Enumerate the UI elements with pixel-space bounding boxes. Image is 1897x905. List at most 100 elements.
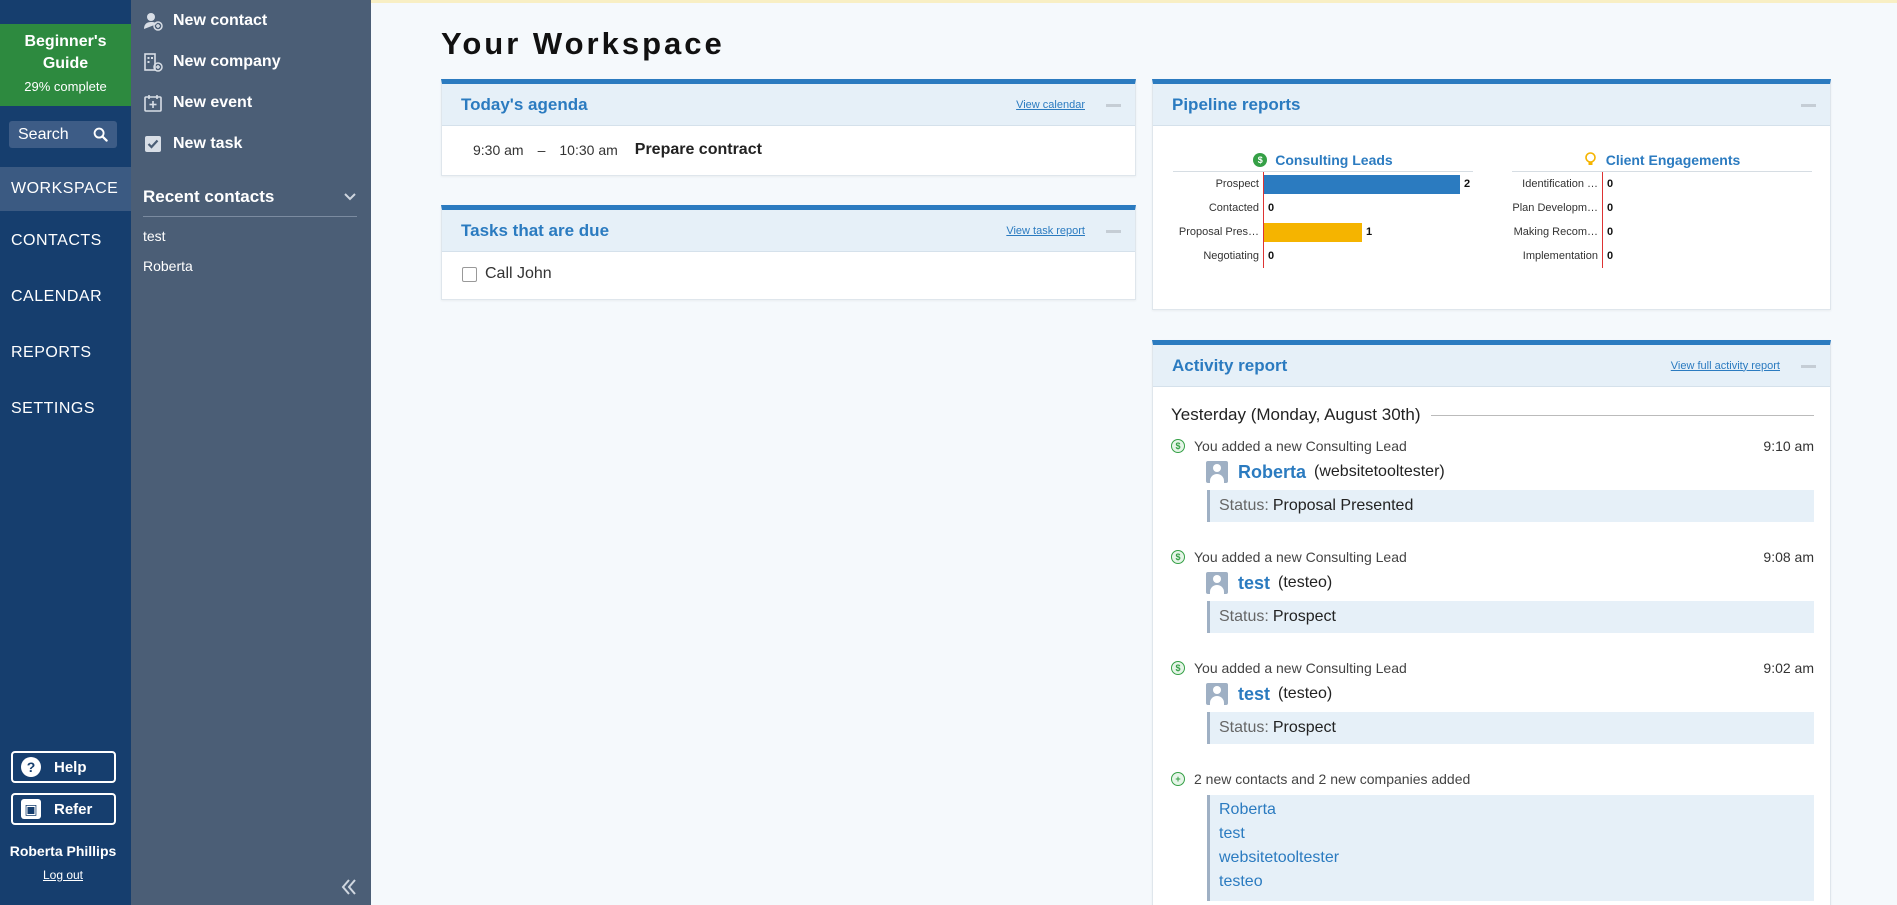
avatar: [1206, 461, 1228, 483]
activity-line: $ You added a new Consulting Lead 9:08 a…: [1171, 547, 1814, 567]
agenda-event-row[interactable]: 9:30 am – 10:30 am Prepare contract: [442, 126, 1135, 174]
agenda-title: Today's agenda: [461, 94, 588, 114]
chart-row[interactable]: Prospect 2: [1173, 172, 1473, 196]
chart-rows: Prospect 2 Contacted 0 Proposal Pres… 1 Negoti…: [1173, 172, 1473, 268]
view-task-report-link[interactable]: View task report: [1006, 225, 1085, 237]
chevron-down-icon: [344, 193, 356, 201]
minimize-icon[interactable]: [1106, 230, 1121, 233]
top-accent-line: [371, 0, 1897, 3]
status-value: Proposal Presented: [1272, 497, 1414, 514]
chart-category-label: Making Recom…: [1513, 226, 1598, 238]
chart-bar-track: 2: [1263, 172, 1473, 196]
user-name: Roberta Phillips: [9, 843, 117, 859]
chart-category-label: Contacted: [1208, 202, 1259, 214]
event-start: 9:30 am: [473, 142, 524, 158]
search-button[interactable]: Search: [9, 121, 117, 148]
contact-link[interactable]: Roberta: [1238, 462, 1306, 483]
chart-title[interactable]: Client Engagements: [1512, 148, 1812, 172]
chart-value-label: 0: [1268, 250, 1275, 262]
minimize-icon[interactable]: [1801, 365, 1816, 368]
new-event-button[interactable]: New event: [143, 82, 281, 123]
minimize-icon[interactable]: [1106, 104, 1121, 107]
logout-link[interactable]: Log out: [0, 868, 126, 882]
search-icon: [93, 127, 108, 142]
refer-button[interactable]: ▣ Refer: [11, 793, 116, 825]
status-box: Status: Proposal Presented: [1207, 490, 1814, 522]
status-label: Status:: [1219, 497, 1269, 514]
dollar-icon: $: [1171, 550, 1185, 564]
new-task-button[interactable]: New task: [143, 123, 281, 164]
chart-bar: [1264, 222, 1362, 242]
added-link[interactable]: Roberta: [1219, 801, 1805, 825]
chart-row[interactable]: Implementation 0: [1512, 244, 1812, 268]
nav-reports[interactable]: REPORTS: [0, 335, 131, 391]
activity-entry: $ You added a new Consulting Lead 9:10 a…: [1171, 436, 1814, 522]
pipeline-card: Pipeline reports $ Consulting Leads Pros…: [1152, 79, 1831, 310]
chart-bar: [1264, 174, 1460, 194]
dollar-icon: $: [1171, 439, 1185, 453]
recent-contacts-toggle[interactable]: Recent contacts: [143, 187, 357, 217]
agenda-card: Today's agenda View calendar 9:30 am – 1…: [441, 79, 1136, 176]
add-person-icon: [143, 11, 163, 31]
tasks-title: Tasks that are due: [461, 220, 610, 240]
new-contact-button[interactable]: New contact: [143, 0, 281, 41]
new-task-label: New task: [173, 134, 243, 152]
recent-contacts-list: test Roberta: [143, 228, 193, 288]
chart-row[interactable]: Plan Developm… 0: [1512, 196, 1812, 220]
view-calendar-link[interactable]: View calendar: [1016, 99, 1085, 111]
chart-row[interactable]: Negotiating 0: [1173, 244, 1473, 268]
agenda-header: Today's agenda View calendar: [442, 84, 1135, 126]
contact-company: (testeo): [1278, 685, 1333, 702]
status-box: Status: Prospect: [1207, 601, 1814, 633]
nav-workspace[interactable]: WORKSPACE: [0, 167, 131, 211]
activity-card: Activity report View full activity repor…: [1152, 340, 1831, 905]
added-link[interactable]: test: [1219, 825, 1805, 849]
recent-contact-item[interactable]: Roberta: [143, 258, 193, 288]
chart-title[interactable]: $ Consulting Leads: [1173, 148, 1473, 172]
chart-row[interactable]: Making Recom… 0: [1512, 220, 1812, 244]
activity-text: You added a new Consulting Lead: [1194, 438, 1407, 454]
chart-value-label: 0: [1607, 202, 1614, 214]
nav-settings[interactable]: SETTINGS: [0, 391, 131, 447]
beginners-guide-panel[interactable]: Beginner's Guide 29% complete: [0, 24, 131, 106]
view-full-activity-link[interactable]: View full activity report: [1671, 360, 1780, 372]
chart-value-label: 0: [1268, 202, 1275, 214]
contact-link[interactable]: test: [1238, 684, 1270, 705]
task-checkbox[interactable]: [462, 266, 477, 282]
nav-contacts[interactable]: CONTACTS: [0, 223, 131, 279]
chart-row[interactable]: Identification … 0: [1512, 172, 1812, 196]
contact-link[interactable]: test: [1238, 573, 1270, 594]
added-link[interactable]: websitetooltester: [1219, 849, 1805, 873]
chart-bar-track: 0: [1602, 220, 1812, 244]
chart-row[interactable]: Proposal Pres… 1: [1173, 220, 1473, 244]
chart-bar-track: 1: [1263, 220, 1473, 244]
status-label: Status:: [1219, 608, 1269, 625]
chart-category-label: Prospect: [1215, 178, 1259, 190]
divider: [1430, 414, 1814, 416]
activity-entry: $ You added a new Consulting Lead 9:02 a…: [1171, 658, 1814, 744]
task-label[interactable]: Call John: [485, 265, 552, 283]
tasks-card: Tasks that are due View task report Call…: [441, 205, 1136, 300]
event-title: Prepare contract: [634, 141, 762, 158]
avatar: [1206, 683, 1228, 705]
contact-company: (testeo): [1278, 574, 1333, 591]
new-company-button[interactable]: New company: [143, 41, 281, 82]
pipeline-header: Pipeline reports: [1153, 84, 1830, 126]
added-link[interactable]: testeo: [1219, 873, 1805, 897]
add-event-icon: [143, 93, 163, 113]
activity-day-heading: Yesterday (Monday, August 30th): [1171, 405, 1814, 425]
nav-calendar[interactable]: CALENDAR: [0, 279, 131, 335]
collapse-sidebar-icon[interactable]: [340, 876, 358, 902]
recent-contact-item[interactable]: test: [143, 228, 193, 258]
add-task-icon: [143, 134, 163, 154]
chart-value-label: 2: [1464, 178, 1471, 190]
help-button[interactable]: ? Help: [11, 751, 116, 783]
activity-text: You added a new Consulting Lead: [1194, 549, 1407, 565]
chart-category-label: Implementation: [1522, 250, 1598, 262]
activity-time: 9:08 am: [1763, 549, 1814, 565]
chart-category-label: Proposal Pres…: [1178, 226, 1259, 238]
minimize-icon[interactable]: [1801, 104, 1816, 107]
quick-panel: New contact New company New event New ta…: [131, 0, 371, 905]
chart-row[interactable]: Contacted 0: [1173, 196, 1473, 220]
chart-value-label: 0: [1607, 250, 1614, 262]
